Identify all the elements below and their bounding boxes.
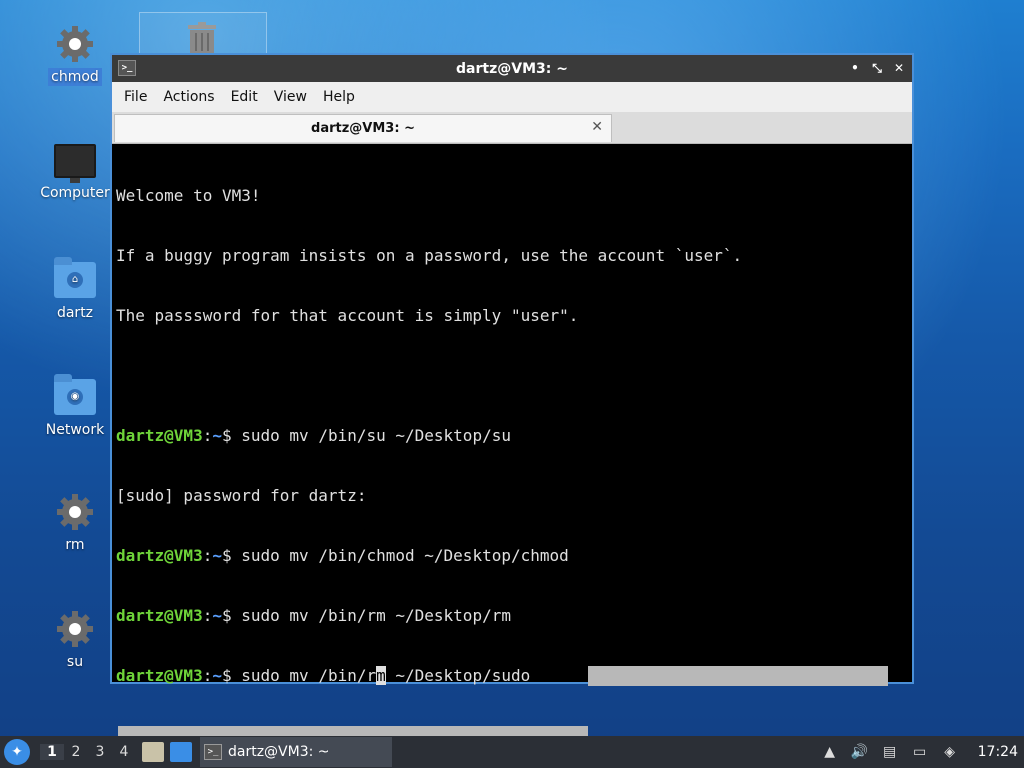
gear-icon: [55, 492, 95, 532]
text-cursor: m: [376, 666, 386, 685]
clock[interactable]: 17:24: [978, 744, 1018, 760]
prompt-dollar: $: [221, 666, 242, 685]
prompt-path: ~: [212, 546, 222, 565]
tab-bar: dartz@VM3: ~ ✕: [112, 112, 912, 144]
terminal-current-line: dartz@VM3:~$ sudo mv /bin/rm ~/Desktop/s…: [116, 666, 912, 686]
terminal-prompt-line: dartz@VM3:~$ sudo mv /bin/su ~/Desktop/s…: [116, 426, 912, 446]
desktop-icon-label: dartz: [56, 305, 94, 321]
prompt-colon: :: [202, 666, 213, 685]
terminal-line: The passsword for that account is simply…: [116, 306, 579, 325]
system-tray: ▲ 🔊 ▤ ▭ ◈ 17:24: [820, 736, 1024, 768]
terminal-line: If a buggy program insists on a password…: [116, 246, 743, 265]
terminal-window[interactable]: >_ dartz@VM3: ~ • ⤡ ✕ File Actions Edit …: [110, 53, 914, 746]
command-text: sudo mv /bin/su ~/Desktop/su: [241, 426, 511, 445]
desktop-icon-label: Network: [45, 422, 105, 438]
terminal-prompt-line: dartz@VM3:~$ sudo mv /bin/chmod ~/Deskto…: [116, 546, 912, 566]
prompt-user: dartz@VM3: [116, 426, 203, 445]
menu-view[interactable]: View: [266, 89, 315, 105]
update-icon[interactable]: ▲: [820, 743, 840, 761]
task-label: dartz@VM3: ~: [228, 744, 330, 760]
prompt-dollar: $: [221, 546, 242, 565]
workspace-2[interactable]: 2: [64, 744, 88, 760]
desktop-icon-chmod[interactable]: chmod: [30, 20, 120, 86]
prompt-user: dartz@VM3: [116, 546, 203, 565]
close-button[interactable]: ✕: [892, 59, 906, 77]
desktop-icon-rm[interactable]: rm: [30, 488, 120, 554]
notification-icon[interactable]: ◈: [940, 743, 960, 761]
taskbar-task-terminal[interactable]: >_ dartz@VM3: ~: [200, 737, 392, 767]
gear-icon: [55, 24, 95, 64]
terminal-line: Welcome to VM3!: [116, 186, 261, 205]
command-text: ~/Desktop/sudo: [385, 666, 531, 685]
monitor-icon: [54, 144, 96, 183]
terminal-prompt-line: dartz@VM3:~$ sudo mv /bin/rm ~/Desktop/r…: [116, 606, 912, 626]
desktop-icon-su[interactable]: su: [30, 605, 120, 671]
terminal-app-icon: >_: [204, 744, 222, 760]
text-selection: [588, 666, 888, 686]
menu-edit[interactable]: Edit: [223, 89, 266, 105]
prompt-user: dartz@VM3: [116, 606, 203, 625]
prompt-colon: :: [202, 426, 213, 445]
desktop-icon-network[interactable]: ◉ Network: [30, 373, 120, 439]
terminal-app-icon: >_: [118, 60, 136, 76]
start-menu-icon[interactable]: ✦: [4, 739, 30, 765]
command-text: sudo mv /bin/r: [241, 666, 377, 685]
workspace-1[interactable]: 1: [40, 744, 64, 760]
volume-icon[interactable]: 🔊: [850, 743, 870, 761]
tab-terminal[interactable]: dartz@VM3: ~ ✕: [114, 114, 612, 142]
home-folder-icon: ⌂: [54, 257, 96, 298]
tab-close-icon[interactable]: ✕: [591, 119, 603, 135]
menu-help[interactable]: Help: [315, 89, 363, 105]
file-manager-icon[interactable]: [142, 742, 164, 762]
desktop-icon-label: chmod: [48, 68, 102, 86]
prompt-colon: :: [202, 606, 213, 625]
terminal-output[interactable]: Welcome to VM3! If a buggy program insis…: [114, 146, 912, 746]
gear-icon: [55, 609, 95, 649]
menubar: File Actions Edit View Help: [112, 82, 912, 112]
desktop-icon-label: rm: [65, 537, 85, 553]
prompt-dollar: $: [221, 426, 242, 445]
desktop-icon-dartz[interactable]: ⌂ dartz: [30, 256, 120, 322]
prompt-dollar: $: [221, 606, 242, 625]
workspace-4[interactable]: 4: [112, 744, 136, 760]
menu-file[interactable]: File: [116, 89, 155, 105]
prompt-user: dartz@VM3: [116, 666, 203, 685]
network-folder-icon: ◉: [54, 374, 96, 415]
prompt-colon: :: [202, 546, 213, 565]
network-icon[interactable]: ▭: [910, 743, 930, 761]
command-text: sudo mv /bin/rm ~/Desktop/rm: [241, 606, 511, 625]
terminal-line: [sudo] password for dartz:: [116, 486, 367, 505]
tab-label: dartz@VM3: ~: [311, 121, 415, 136]
menu-actions[interactable]: Actions: [155, 89, 222, 105]
window-titlebar[interactable]: >_ dartz@VM3: ~ • ⤡ ✕: [112, 55, 912, 82]
minimize-button[interactable]: •: [848, 59, 862, 77]
desktop-icon-computer[interactable]: Computer: [30, 138, 120, 202]
prompt-path: ~: [212, 666, 222, 685]
clipboard-icon[interactable]: ▤: [880, 743, 900, 761]
maximize-button[interactable]: ⤡: [870, 59, 884, 77]
desktop-icon-label: su: [66, 654, 84, 670]
show-desktop-icon[interactable]: [170, 742, 192, 762]
command-text: sudo mv /bin/chmod ~/Desktop/chmod: [241, 546, 569, 565]
taskbar: ✦ 1 2 3 4 >_ dartz@VM3: ~ ▲ 🔊 ▤ ▭ ◈ 17:2…: [0, 736, 1024, 768]
prompt-path: ~: [212, 426, 222, 445]
prompt-path: ~: [212, 606, 222, 625]
workspace-3[interactable]: 3: [88, 744, 112, 760]
trash-icon[interactable]: [185, 22, 219, 54]
desktop-icon-label: Computer: [40, 185, 110, 201]
window-title: dartz@VM3: ~: [456, 60, 568, 77]
